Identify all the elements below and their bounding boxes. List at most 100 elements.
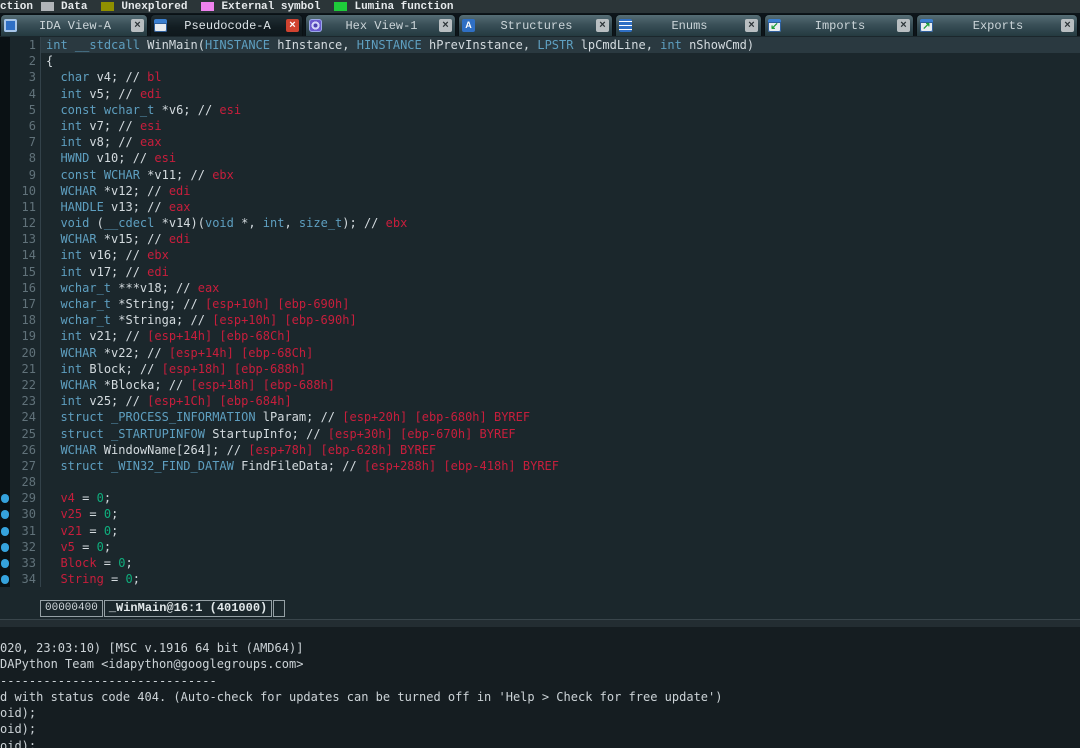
code-text[interactable]: wchar_t *Stringa; // [esp+10h] [ebp-690h… [41, 312, 1080, 328]
code-line[interactable]: 25 struct _STARTUPINFOW StartupInfo; // … [0, 425, 1080, 442]
code-line[interactable]: 5 const wchar_t *v6; // esi [0, 101, 1080, 118]
code-text[interactable]: void (__cdecl *v14)(void *, int, size_t)… [41, 215, 1080, 231]
window-splitter[interactable] [0, 619, 1080, 627]
code-text[interactable]: Block = 0; [41, 555, 1080, 571]
code-line[interactable]: 21 int Block; // [esp+18h] [ebp-688h] [0, 360, 1080, 377]
code-line[interactable]: 8 HWND v10; // esi [0, 150, 1080, 167]
legend-item: Lumina function [334, 0, 454, 13]
code-text[interactable]: struct _WIN32_FIND_DATAW FindFileData; /… [41, 458, 1080, 474]
code-line[interactable]: 2{ [0, 53, 1080, 70]
output-line: ------------------------------ [0, 673, 217, 688]
code-text[interactable]: v4 = 0; [41, 490, 1080, 506]
line-number: 5 [10, 101, 41, 118]
tab-close-icon[interactable]: × [131, 19, 144, 32]
code-line[interactable]: 24 struct _PROCESS_INFORMATION lParam; /… [0, 409, 1080, 426]
breakpoint-margin [0, 296, 10, 313]
code-text[interactable]: HWND v10; // esi [41, 150, 1080, 166]
code-line[interactable]: 14 int v16; // ebx [0, 247, 1080, 264]
code-line[interactable]: 33 Block = 0; [0, 555, 1080, 572]
code-line[interactable]: 18 wchar_t *Stringa; // [esp+10h] [ebp-6… [0, 312, 1080, 329]
code-line[interactable]: 29 v4 = 0; [0, 490, 1080, 507]
code-text[interactable]: int v7; // esi [41, 118, 1080, 134]
code-text[interactable]: HANDLE v13; // eax [41, 199, 1080, 215]
code-line[interactable]: 9 const WCHAR *v11; // ebx [0, 166, 1080, 183]
tab-close-icon[interactable]: × [897, 19, 910, 32]
legend-color-swatch [201, 2, 215, 11]
code-text[interactable]: char v4; // bl [41, 69, 1080, 85]
tab-pseudocode-a[interactable]: Pseudocode-A × [150, 14, 303, 36]
code-text[interactable]: String = 0; [41, 571, 1080, 587]
code-text[interactable]: const wchar_t *v6; // esi [41, 102, 1080, 118]
breakpoint-margin [0, 360, 10, 377]
code-text[interactable]: WCHAR WindowName[264]; // [esp+78h] [ebp… [41, 442, 1080, 458]
code-line[interactable]: 13 WCHAR *v15; // edi [0, 231, 1080, 248]
code-line[interactable]: 27 struct _WIN32_FIND_DATAW FindFileData… [0, 457, 1080, 475]
code-line[interactable]: 22 WCHAR *Blocka; // [esp+18h] [ebp-688h… [0, 376, 1080, 394]
code-line[interactable]: 6 int v7; // esi [0, 117, 1080, 135]
code-text[interactable]: v21 = 0; [41, 523, 1080, 539]
code-line[interactable]: 31 v21 = 0; [0, 522, 1080, 539]
code-text[interactable]: int v16; // ebx [41, 247, 1080, 263]
code-text[interactable]: { [41, 53, 1080, 69]
code-text[interactable]: int Block; // [esp+18h] [ebp-688h] [41, 361, 1080, 377]
code-text[interactable]: struct _STARTUPINFOW StartupInfo; // [es… [41, 426, 1080, 442]
code-text[interactable]: v5 = 0; [41, 539, 1080, 555]
breakpoint-margin [0, 279, 10, 296]
code-line[interactable]: 34 String = 0; [0, 571, 1080, 588]
line-number: 22 [10, 376, 41, 394]
code-line[interactable]: 23 int v25; // [esp+1Ch] [ebp-684h] [0, 393, 1080, 410]
code-line[interactable]: 32 v5 = 0; [0, 538, 1080, 555]
code-line[interactable]: 10 WCHAR *v12; // edi [0, 182, 1080, 199]
code-line[interactable]: 12 void (__cdecl *v14)(void *, int, size… [0, 215, 1080, 232]
code-line[interactable]: 28 [0, 474, 1080, 491]
code-line[interactable]: 15 int v17; // edi [0, 263, 1080, 280]
code-line[interactable]: 17 wchar_t *String; // [esp+10h] [ebp-69… [0, 296, 1080, 313]
code-line[interactable]: 16 wchar_t ***v18; // eax [0, 279, 1080, 296]
tab-enums[interactable]: Enums × [615, 14, 762, 36]
code-text[interactable]: WCHAR *Blocka; // [esp+18h] [ebp-688h] [41, 377, 1080, 393]
code-text[interactable]: int v21; // [esp+14h] [ebp-68Ch] [41, 328, 1080, 344]
tab-imports[interactable]: ↙ Imports × [764, 14, 914, 36]
breakpoint-margin [0, 376, 10, 394]
tab-close-icon[interactable]: × [439, 19, 452, 32]
code-text[interactable]: WCHAR *v15; // edi [41, 231, 1080, 247]
code-line[interactable]: 19 int v21; // [esp+14h] [ebp-68Ch] [0, 328, 1080, 345]
code-text[interactable]: const WCHAR *v11; // ebx [41, 167, 1080, 183]
code-line[interactable]: 26 WCHAR WindowName[264]; // [esp+78h] [… [0, 441, 1080, 458]
code-text[interactable]: int v5; // edi [41, 86, 1080, 102]
breakpoint-margin [0, 490, 10, 507]
code-text[interactable]: int v25; // [esp+1Ch] [ebp-684h] [41, 393, 1080, 409]
code-line[interactable]: 7 int v8; // eax [0, 134, 1080, 151]
pseudocode-panel[interactable]: 1 int __stdcall WinMain(HINSTANCE hInstan… [0, 36, 1080, 619]
legend-item-label: Unexplored [121, 0, 188, 13]
code-line[interactable]: 11 HANDLE v13; // eax [0, 198, 1080, 216]
code-text[interactable]: v25 = 0; [41, 506, 1080, 522]
code-text[interactable]: wchar_t ***v18; // eax [41, 280, 1080, 296]
tab-close-icon[interactable]: × [596, 19, 609, 32]
code-text[interactable]: WCHAR *v22; // [esp+14h] [ebp-68Ch] [41, 345, 1080, 361]
code-line[interactable]: 20 WCHAR *v22; // [esp+14h] [ebp-68Ch] [0, 344, 1080, 361]
code-line[interactable]: 4 int v5; // edi [0, 85, 1080, 102]
code-text[interactable]: int __stdcall WinMain(HINSTANCE hInstanc… [41, 37, 1080, 54]
code-line[interactable]: 30 v25 = 0; [0, 506, 1080, 523]
tab-ida-view-a[interactable]: IDA View-A × [0, 14, 148, 36]
code-line[interactable]: 3 char v4; // bl [0, 69, 1080, 86]
code-line[interactable]: 1 int __stdcall WinMain(HINSTANCE hInstan… [0, 37, 1080, 54]
tab-structures[interactable]: A Structures × [458, 14, 613, 36]
line-number: 26 [10, 441, 41, 458]
tab-exports[interactable]: ↗ Exports × [916, 14, 1078, 36]
tab-close-icon[interactable]: × [286, 19, 299, 32]
code-text[interactable] [41, 474, 1080, 490]
legend-item: External symbol [201, 1, 320, 13]
tab-hex-view-1[interactable]: Hex View-1 × [305, 14, 456, 36]
code-text[interactable]: int v17; // edi [41, 264, 1080, 280]
code-text[interactable]: int v8; // eax [41, 134, 1080, 150]
legend-item-label: Lumina function [354, 0, 454, 13]
line-number: 14 [10, 247, 41, 264]
tab-close-icon[interactable]: × [1061, 19, 1074, 32]
output-window[interactable]: 020, 23:03:10) [MSC v.1916 64 bit (AMD64… [0, 627, 1080, 748]
code-text[interactable]: wchar_t *String; // [esp+10h] [ebp-690h] [41, 296, 1080, 312]
code-text[interactable]: WCHAR *v12; // edi [41, 183, 1080, 199]
code-text[interactable]: struct _PROCESS_INFORMATION lParam; // [… [41, 409, 1080, 425]
tab-close-icon[interactable]: × [745, 19, 758, 32]
